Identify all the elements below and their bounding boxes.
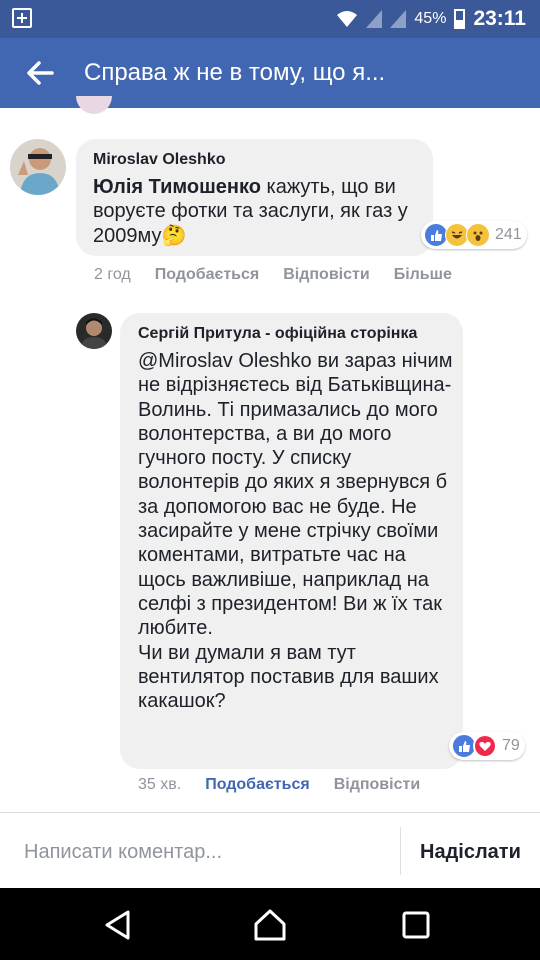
comment-actions: 35 хв. Подобається Відповісти [138, 776, 444, 794]
composer-divider [400, 827, 401, 875]
comment-time[interactable]: 35 хв. [138, 776, 181, 794]
signal-icon-2 [390, 10, 407, 28]
thinking-emoji: 🤔 [161, 224, 187, 247]
comment-composer: Написати коментар... Надіслати [0, 812, 540, 888]
comment-body: ви зараз нічим не відрізняєтесь від Бать… [138, 350, 453, 640]
notification-plus-icon [12, 8, 32, 28]
battery-icon [454, 9, 466, 29]
reply-bubble[interactable]: Сергій Притула - офіційна сторінка @Miro… [120, 313, 463, 769]
page-title: Справа ж не в тому, що я... [84, 59, 386, 86]
love-reaction-icon [473, 734, 497, 758]
comment-bubble[interactable]: Miroslav Oleshko Юлія Тимошенко кажуть, … [76, 139, 433, 256]
send-button[interactable]: Надіслати [420, 841, 521, 864]
back-nav-icon[interactable] [101, 908, 135, 942]
avatar[interactable] [10, 139, 66, 195]
like-button[interactable]: Подобається [155, 266, 260, 284]
reactions-summary[interactable]: 241 [421, 221, 527, 249]
home-nav-icon[interactable] [253, 908, 287, 942]
mention-link[interactable]: Юлія Тимошенко [93, 176, 261, 198]
recents-nav-icon[interactable] [399, 908, 433, 942]
reaction-count: 79 [502, 737, 520, 754]
like-button[interactable]: Подобається [205, 776, 310, 794]
back-arrow-icon[interactable] [26, 60, 54, 86]
comment-text: @Miroslav Oleshko ви зараз нічим не відр… [138, 349, 456, 713]
reply-button[interactable]: Відповісти [334, 776, 420, 794]
comment-author[interactable]: Miroslav Oleshko [93, 151, 226, 169]
more-button[interactable]: Більше [394, 266, 452, 284]
mention-link[interactable]: @Miroslav Oleshko [138, 350, 312, 372]
comment-input[interactable]: Написати коментар... [24, 841, 222, 864]
reactions-summary[interactable]: 79 [449, 732, 525, 760]
reply-button[interactable]: Відповісти [283, 266, 369, 284]
reaction-count: 241 [495, 226, 522, 243]
navigation-bar [0, 888, 540, 960]
avatar[interactable] [76, 313, 112, 349]
wifi-icon [337, 11, 358, 27]
battery-percent: 45% [414, 10, 447, 27]
previous-comment-avatar[interactable] [76, 96, 112, 114]
comment-author[interactable]: Сергій Притула - офіційна сторінка [138, 325, 417, 343]
comment-actions: 2 год Подобається Відповісти Більше [94, 266, 476, 284]
comment-time[interactable]: 2 год [94, 266, 131, 284]
clock: 23:11 [473, 7, 526, 30]
comment-text: Юлія Тимошенко кажуть, що ви воруєте фот… [93, 175, 423, 248]
wow-reaction-icon [466, 223, 490, 247]
status-bar: 45% 23:11 [0, 0, 540, 38]
comment-body-2: Чи ви думали я вам тут вентилятор постав… [138, 641, 439, 713]
signal-icon [366, 10, 383, 28]
